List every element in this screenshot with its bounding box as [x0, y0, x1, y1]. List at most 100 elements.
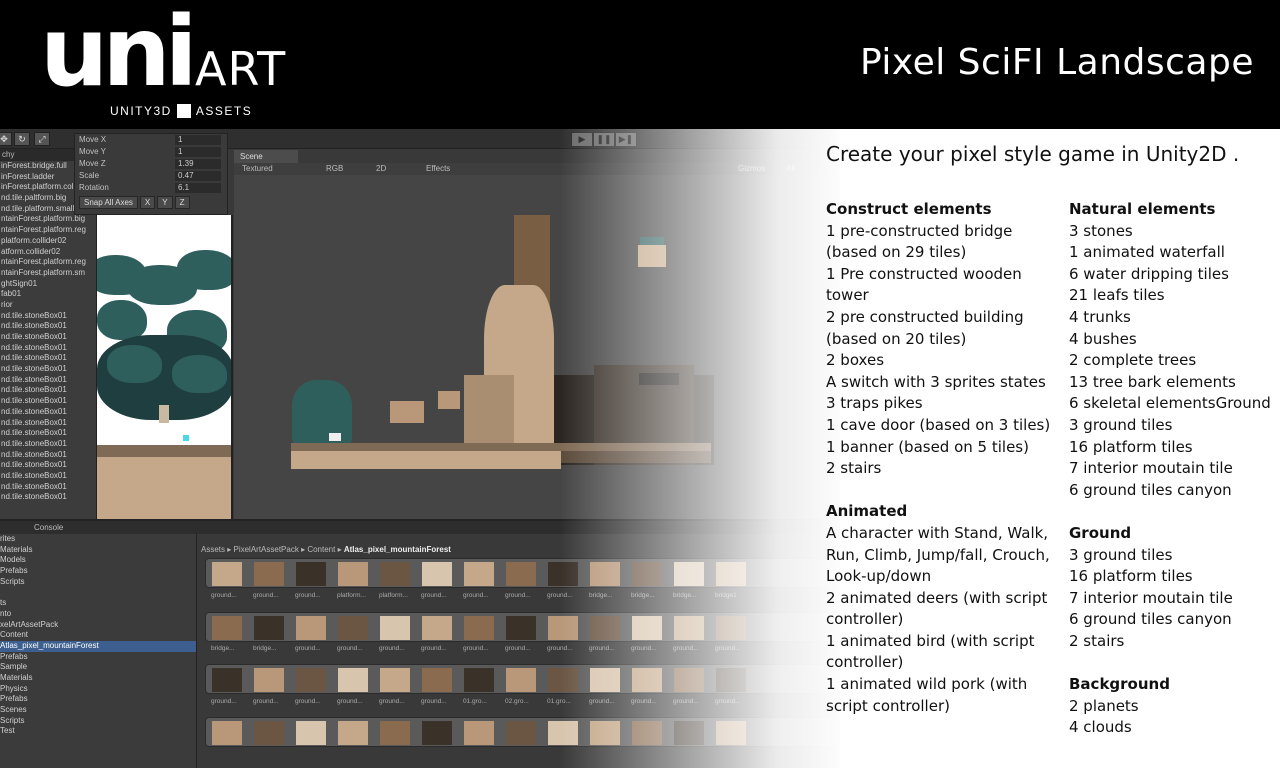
asset-thumbnail[interactable] — [716, 562, 746, 586]
asset-thumbnail[interactable] — [422, 721, 452, 745]
asset-thumbnail[interactable] — [212, 616, 242, 640]
hierarchy-item[interactable]: nd.tile.stoneBox01 — [0, 375, 96, 386]
asset-thumbnail[interactable] — [212, 668, 242, 692]
asset-thumbnail[interactable] — [296, 668, 326, 692]
play-button[interactable]: ▶ — [571, 132, 593, 147]
project-tree-item[interactable]: Atlas_pixel_mountainForest — [0, 640, 196, 652]
hierarchy-item[interactable]: nd.tile.stoneBox01 — [0, 353, 96, 364]
asset-thumbnail[interactable] — [338, 721, 368, 745]
project-tree-item[interactable]: Models — [0, 555, 196, 566]
hierarchy-item[interactable]: nd.tile.stoneBox01 — [0, 364, 96, 375]
asset-thumbnail[interactable] — [506, 721, 536, 745]
hierarchy-item[interactable]: nd.tile.stoneBox01 — [0, 396, 96, 407]
asset-thumbnail[interactable] — [338, 616, 368, 640]
gizmos-dropdown[interactable]: Gizmos — [738, 163, 765, 175]
asset-thumbnail[interactable] — [422, 668, 452, 692]
asset-thumbnail[interactable] — [716, 721, 746, 745]
project-tree-item[interactable]: Scenes — [0, 705, 196, 716]
project-tree-item[interactable]: Content — [0, 630, 196, 641]
asset-thumbnail[interactable] — [212, 721, 242, 745]
asset-thumbnail[interactable] — [548, 616, 578, 640]
snap-setting-field[interactable]: 1.39 — [175, 159, 221, 169]
asset-thumbnail[interactable] — [590, 721, 620, 745]
asset-thumbnail[interactable] — [716, 668, 746, 692]
breadcrumb-assets[interactable]: Assets — [201, 545, 225, 554]
asset-thumbnail[interactable] — [674, 668, 704, 692]
project-tree-item[interactable]: Scripts — [0, 577, 196, 588]
asset-thumbnail[interactable] — [380, 562, 410, 586]
console-tab[interactable]: Console — [34, 521, 63, 534]
hierarchy-item[interactable]: ntainForest.platform.reg — [0, 257, 96, 268]
asset-thumbnail[interactable] — [548, 721, 578, 745]
pause-button[interactable]: ❚❚ — [593, 132, 615, 147]
asset-thumbnail[interactable] — [254, 616, 284, 640]
asset-thumbnail[interactable] — [506, 562, 536, 586]
project-tree-item[interactable]: rites — [0, 534, 196, 545]
asset-thumbnail[interactable] — [716, 616, 746, 640]
asset-thumbnail[interactable] — [338, 562, 368, 586]
asset-thumbnail[interactable] — [254, 721, 284, 745]
asset-thumbnail[interactable] — [212, 562, 242, 586]
breadcrumb-content[interactable]: Content — [307, 545, 335, 554]
hierarchy-item[interactable]: nd.tile.stoneBox01 — [0, 407, 96, 418]
snap-setting-field[interactable]: 1 — [175, 135, 221, 145]
snap-setting-field[interactable]: 6.1 — [175, 183, 221, 193]
hierarchy-item[interactable]: platform.collider02 — [0, 236, 96, 247]
hierarchy-item[interactable]: nd.tile.stoneBox01 — [0, 343, 96, 354]
snap-x-button[interactable]: X — [139, 196, 156, 209]
hierarchy-item[interactable]: nd.tile.stoneBox01 — [0, 418, 96, 429]
asset-thumbnail[interactable] — [590, 668, 620, 692]
project-tree-item[interactable]: nto — [0, 609, 196, 620]
hierarchy-item[interactable]: fab01 — [0, 289, 96, 300]
hierarchy-item[interactable]: nd.tile.stoneBox01 — [0, 450, 96, 461]
asset-thumbnail[interactable] — [296, 616, 326, 640]
asset-thumbnail[interactable] — [338, 668, 368, 692]
scene-view[interactable] — [234, 175, 840, 519]
project-tree-item[interactable]: Sample — [0, 662, 196, 673]
snap-all-axes-button[interactable]: Snap All Axes — [79, 196, 138, 209]
project-tree-item[interactable]: Test — [0, 726, 196, 737]
asset-thumbnail[interactable] — [548, 562, 578, 586]
hierarchy-item[interactable]: ghtSign01 — [0, 279, 96, 290]
asset-thumbnail[interactable] — [590, 616, 620, 640]
render-mode-dropdown[interactable]: Textured — [242, 163, 273, 175]
asset-thumbnail[interactable] — [632, 562, 662, 586]
asset-thumbnail[interactable] — [632, 616, 662, 640]
rotate-tool-icon[interactable]: ↻ — [14, 132, 30, 146]
hierarchy-item[interactable]: nd.tile.stoneBox01 — [0, 482, 96, 493]
move-tool-icon[interactable]: ✥ — [0, 132, 12, 146]
asset-thumbnail[interactable] — [464, 562, 494, 586]
project-tree-item[interactable]: Prefabs — [0, 566, 196, 577]
asset-strip[interactable] — [205, 558, 840, 588]
asset-thumbnail[interactable] — [296, 721, 326, 745]
hierarchy-item[interactable]: nd.tile.stoneBox01 — [0, 492, 96, 503]
hierarchy-item[interactable]: ntainForest.platform.big — [0, 214, 96, 225]
game-view[interactable] — [97, 215, 233, 520]
project-tree-item[interactable]: xelArtAssetPack — [0, 620, 196, 631]
asset-thumbnail[interactable] — [506, 616, 536, 640]
snap-setting-field[interactable]: 1 — [175, 147, 221, 157]
asset-thumbnail[interactable] — [590, 562, 620, 586]
asset-thumbnail[interactable] — [254, 668, 284, 692]
asset-thumbnail[interactable] — [464, 616, 494, 640]
search-all-field[interactable]: All — [786, 163, 795, 175]
project-tree-item[interactable]: Prefabs — [0, 652, 196, 663]
2d-toggle[interactable]: 2D — [376, 163, 386, 175]
hierarchy-item[interactable]: nd.tile.stoneBox01 — [0, 385, 96, 396]
scene-tab[interactable]: Scene — [234, 150, 298, 163]
asset-thumbnail[interactable] — [548, 668, 578, 692]
asset-thumbnail[interactable] — [464, 721, 494, 745]
asset-strip[interactable] — [205, 717, 840, 747]
hierarchy-item[interactable]: atform.collider02 — [0, 247, 96, 258]
project-tree-item[interactable]: Prefabs — [0, 694, 196, 705]
asset-thumbnail[interactable] — [674, 562, 704, 586]
project-tree-item[interactable] — [0, 587, 196, 598]
breadcrumb-pack[interactable]: PixelArtAssetPack — [233, 545, 298, 554]
asset-thumbnail[interactable] — [674, 721, 704, 745]
hierarchy-item[interactable]: rior — [0, 300, 96, 311]
asset-thumbnail[interactable] — [464, 668, 494, 692]
snap-y-button[interactable]: Y — [157, 196, 173, 209]
asset-thumbnail[interactable] — [674, 616, 704, 640]
asset-thumbnail[interactable] — [380, 616, 410, 640]
hierarchy-item[interactable]: nd.tile.stoneBox01 — [0, 311, 96, 322]
